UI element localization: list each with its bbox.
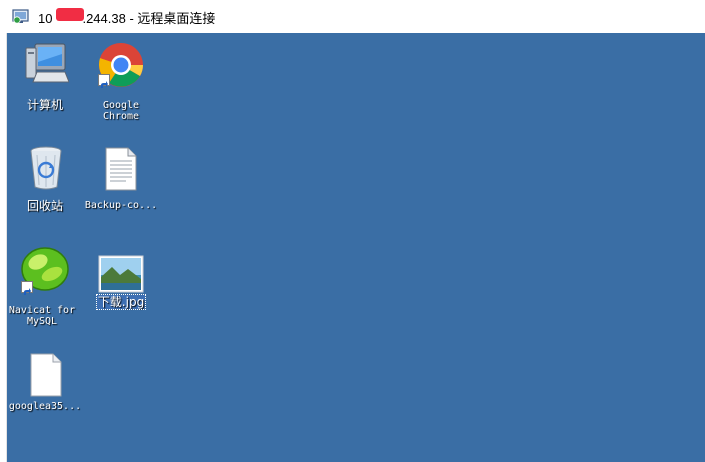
desktop-icon-label-wrapper: 下载.jpg [83,294,159,310]
desktop-icon-navicat[interactable]: Navicat for MySQL [4,247,80,327]
shortcut-arrow-icon [21,281,33,295]
remote-desktop-window: 10 .244.38 - 远程桌面连接 计算机 Google Chrome 回收站… [0,0,705,462]
desktop-icon-label: Google Chrome [102,100,140,122]
desktop-icon-label: Navicat for MySQL [8,305,76,327]
desktop-icon-google-chrome[interactable]: Google Chrome [83,42,159,122]
desktop-icon-label: Backup-co... [84,200,158,211]
remote-desktop-area[interactable]: 计算机 Google Chrome 回收站 Backup-co... Navic… [7,33,705,462]
computer-icon [25,43,69,83]
desktop-icon-backup-file[interactable]: Backup-co... [83,145,159,217]
desktop-icon-label: 回收站 [26,199,63,213]
desktop-icon-label: googlea35... [8,401,82,412]
remote-desktop-icon [12,9,29,24]
title-bar[interactable]: 10 .244.38 - 远程桌面连接 [0,0,705,33]
desktop-icon-recycle-bin[interactable]: 回收站 [7,145,83,217]
blank-file-icon [30,353,62,397]
title-ip-suffix: .244.38 - 远程桌面连接 [82,11,216,26]
desktop-icon-computer[interactable]: 计算机 [7,42,83,112]
desktop-icon-download-jpg[interactable]: 下载.jpg [83,253,159,313]
shortcut-arrow-icon [98,74,110,88]
recycle-bin-icon [30,146,62,190]
image-file-icon [98,255,144,293]
desktop-icon-label: 下载.jpg [95,294,147,310]
text-file-icon [105,147,137,191]
desktop-icon-label: 计算机 [26,98,63,112]
redaction-mark [56,8,84,21]
desktop-icon-google-file[interactable]: googlea35... [7,351,83,417]
title-ip-prefix: 10 [38,11,53,26]
